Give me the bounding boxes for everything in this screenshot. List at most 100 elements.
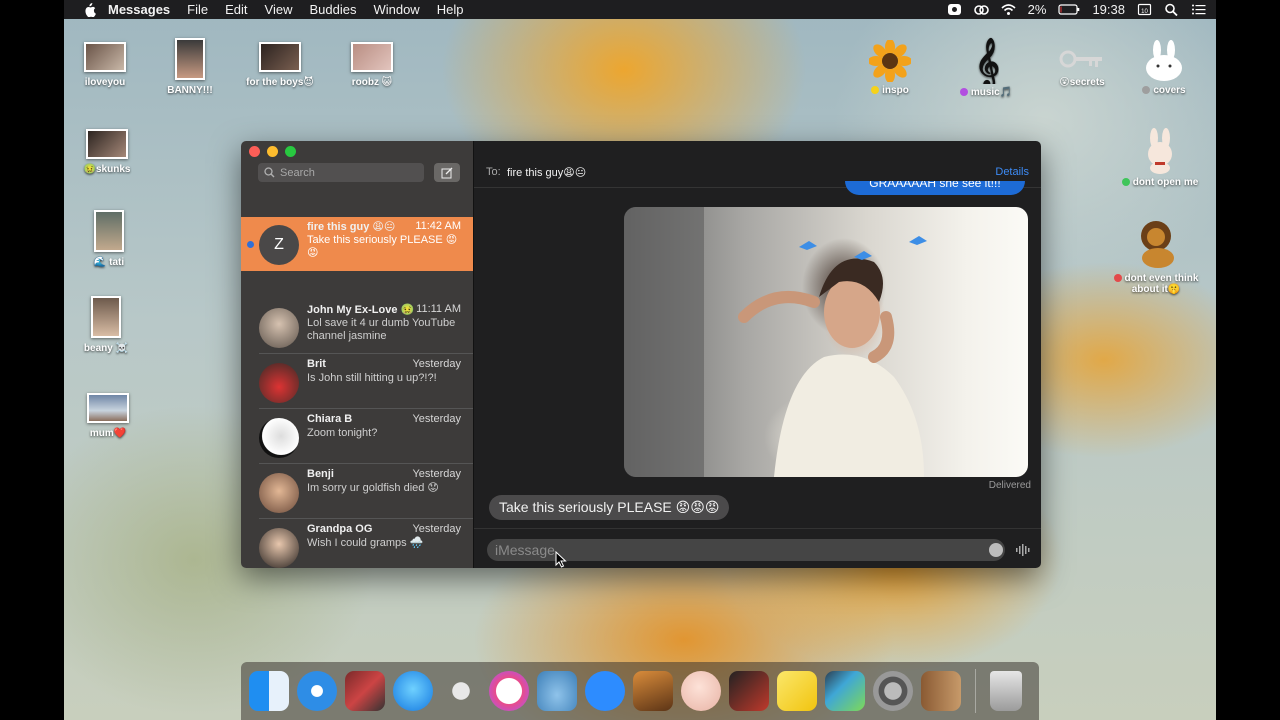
desktop-icon-roobz[interactable]: roobz 😺 bbox=[324, 42, 420, 88]
trash-icon[interactable] bbox=[990, 671, 1022, 711]
to-label: To: bbox=[486, 166, 501, 178]
wifi-icon[interactable] bbox=[1001, 3, 1016, 16]
tag-dot-red bbox=[1113, 274, 1122, 283]
tag-dot-yellow bbox=[871, 86, 880, 95]
menu-edit[interactable]: Edit bbox=[225, 2, 247, 17]
close-button[interactable] bbox=[249, 146, 260, 157]
messages-window: Search Z fire this guy 😩😐 11:42 AM Take … bbox=[241, 141, 1041, 568]
avatar bbox=[259, 363, 299, 403]
stickies-icon[interactable] bbox=[777, 671, 817, 711]
conversation-name: John My Ex-Love 🤢 bbox=[307, 304, 415, 316]
outgoing-message-bubble[interactable]: GRAAAAAH she see it!!! bbox=[845, 181, 1025, 195]
finder-icon[interactable] bbox=[249, 671, 289, 711]
desktop-icon-emoji: 😈 bbox=[303, 77, 314, 88]
battery-percent: 2% bbox=[1027, 2, 1047, 17]
system-preferences-icon[interactable] bbox=[873, 671, 913, 711]
clipart-app-icon[interactable] bbox=[441, 671, 481, 711]
photo-booth-icon[interactable] bbox=[345, 671, 385, 711]
garageband-icon[interactable] bbox=[633, 671, 673, 711]
conversation-row[interactable]: Z fire this guy 😩😐 11:42 AM Take this se… bbox=[241, 217, 473, 271]
photo-content bbox=[624, 207, 927, 477]
desktop-icon-covers[interactable]: covers bbox=[1116, 40, 1212, 96]
desktop-icon-skunks[interactable]: 🤢skunks bbox=[59, 129, 155, 175]
conversation-row[interactable]: Grandpa OG Yesterday Wish I could gramps… bbox=[241, 520, 473, 568]
row-separator bbox=[259, 353, 473, 354]
conversation-time: 11:42 AM bbox=[415, 220, 461, 232]
photo-thumbnail bbox=[175, 38, 205, 80]
desktop-icon-inspo[interactable]: inspo bbox=[842, 39, 938, 96]
desktop-icon-dont-even-think-about-it[interactable]: dont even think about it🤫 bbox=[1108, 218, 1204, 295]
conversation-row[interactable]: Benji Yesterday Im sorry ur goldfish die… bbox=[241, 465, 473, 519]
incoming-message-bubble[interactable]: Take this seriously PLEASE 😡😡😡 bbox=[489, 495, 730, 520]
face-app-icon[interactable] bbox=[681, 671, 721, 711]
safari-icon[interactable] bbox=[297, 671, 337, 711]
desktop-icon-label: inspo bbox=[882, 85, 909, 96]
desktop-icon-for-the-boys[interactable]: for the boys😈 bbox=[232, 42, 328, 88]
desktop-icon-label: iloveyou bbox=[84, 77, 126, 88]
details-button[interactable]: Details bbox=[995, 166, 1029, 178]
clock[interactable]: 19:38 bbox=[1092, 2, 1125, 17]
minimize-button[interactable] bbox=[267, 146, 278, 157]
window-controls bbox=[249, 146, 296, 157]
dock bbox=[241, 662, 1039, 720]
photo-red-app-icon[interactable] bbox=[729, 671, 769, 711]
unread-indicator bbox=[247, 241, 254, 248]
conversation-time: Yesterday bbox=[412, 523, 461, 535]
desktop-icon-iloveyou[interactable]: iloveyou bbox=[57, 42, 153, 88]
itunes-icon[interactable] bbox=[489, 671, 529, 711]
desktop-icon-emoji: 😮 bbox=[1059, 77, 1070, 88]
messages-icon[interactable] bbox=[393, 671, 433, 711]
delivered-status: Delivered bbox=[988, 480, 1031, 491]
message-text: Take this seriously PLEASE 😡😡😡 bbox=[499, 499, 720, 515]
desktop-icon-mum[interactable]: mum❤️ bbox=[60, 393, 156, 439]
spotlight-search-icon[interactable] bbox=[1164, 3, 1179, 16]
desktop-icon-tati[interactable]: 🌊 tati bbox=[61, 210, 157, 268]
menu-help[interactable]: Help bbox=[437, 2, 464, 17]
search-placeholder: Search bbox=[280, 166, 315, 179]
conversation-preview: Is John still hitting u up?!?! bbox=[307, 372, 437, 384]
sunflower-icon bbox=[868, 39, 912, 83]
tag-dot-gray bbox=[1142, 86, 1151, 95]
menu-file[interactable]: File bbox=[187, 2, 208, 17]
desktop-icon-beany[interactable]: beany ☠️ bbox=[58, 296, 154, 354]
preview-icon[interactable] bbox=[825, 671, 865, 711]
desktop-icon-music[interactable]: 𝄞 music🎵 bbox=[938, 36, 1034, 98]
desktop-icon-banny[interactable]: BANNY!!! bbox=[142, 38, 238, 96]
conversation-row[interactable]: Brit Yesterday Is John still hitting u u… bbox=[241, 355, 473, 409]
zoom-button[interactable] bbox=[285, 146, 296, 157]
photo-thumbnail bbox=[91, 296, 121, 338]
notification-center-icon[interactable] bbox=[1191, 3, 1206, 16]
search-field[interactable]: Search bbox=[258, 163, 424, 182]
menu-app-name[interactable]: Messages bbox=[108, 2, 170, 17]
desktop-icon-label: tati bbox=[109, 257, 125, 268]
desktop-icon-label: beany bbox=[83, 343, 113, 354]
menu-view[interactable]: View bbox=[265, 2, 293, 17]
contacts-icon[interactable] bbox=[921, 671, 961, 711]
zoom-icon[interactable] bbox=[585, 671, 625, 711]
photo-thumbnail bbox=[259, 42, 301, 72]
conversation-row[interactable]: Chiara B Yesterday Zoom tonight? bbox=[241, 410, 473, 464]
menu-buddies[interactable]: Buddies bbox=[309, 2, 356, 17]
avatar bbox=[259, 528, 299, 568]
emoji-icon[interactable] bbox=[989, 543, 1003, 557]
conversation-time: Yesterday bbox=[412, 413, 461, 425]
conversation-name: fire this guy 😩😐 bbox=[307, 221, 396, 233]
creative-cloud-icon[interactable] bbox=[973, 3, 989, 16]
row-separator bbox=[259, 408, 473, 409]
apple-icon[interactable] bbox=[82, 2, 96, 17]
audio-message-icon[interactable] bbox=[1015, 543, 1031, 557]
battery-icon[interactable] bbox=[1058, 3, 1080, 16]
menu-window[interactable]: Window bbox=[373, 2, 419, 17]
screen-record-icon[interactable] bbox=[947, 3, 962, 16]
sent-photo-attachment[interactable] bbox=[624, 207, 1028, 477]
bunny-cartoon-icon bbox=[1148, 128, 1172, 174]
desktop-icon-dont-open-me[interactable]: dont open me bbox=[1112, 128, 1208, 188]
avatar bbox=[259, 308, 299, 348]
conversation-row[interactable]: John My Ex-Love 🤢 11:11 AM Lol save it 4… bbox=[241, 300, 473, 354]
calendar-icon[interactable]: 10 bbox=[1137, 3, 1152, 16]
recipient-name[interactable]: fire this guy😩😐 bbox=[507, 166, 586, 179]
compose-button[interactable] bbox=[434, 163, 460, 182]
avatar: Z bbox=[259, 225, 299, 265]
seal-app-icon[interactable] bbox=[537, 671, 577, 711]
photo-thumbnail bbox=[84, 42, 126, 72]
